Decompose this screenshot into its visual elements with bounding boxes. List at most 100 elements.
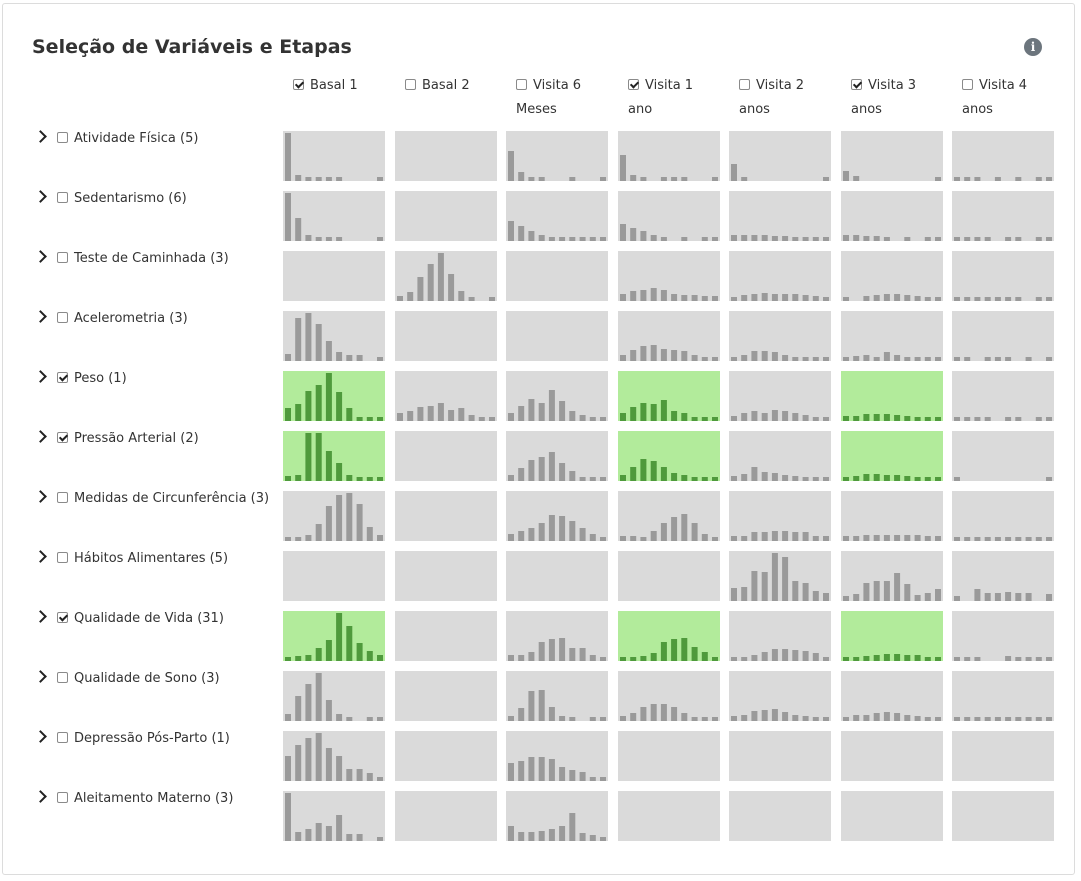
histogram-cell[interactable] <box>729 251 831 301</box>
histogram-cell[interactable] <box>506 191 608 241</box>
column-checkbox[interactable] <box>293 79 304 90</box>
chevron-right-icon[interactable] <box>34 610 47 623</box>
histogram-cell[interactable] <box>841 251 943 301</box>
chevron-right-icon[interactable] <box>34 550 47 563</box>
histogram-cell[interactable] <box>283 251 385 301</box>
variable-checkbox[interactable] <box>57 732 68 743</box>
histogram-cell[interactable] <box>729 611 831 661</box>
histogram-cell[interactable] <box>618 431 720 481</box>
chevron-right-icon[interactable] <box>34 430 47 443</box>
histogram-cell[interactable] <box>729 731 831 781</box>
histogram-cell[interactable] <box>618 371 720 421</box>
histogram-cell[interactable] <box>395 311 497 361</box>
histogram-cell[interactable] <box>618 491 720 541</box>
chevron-right-icon[interactable] <box>34 730 47 743</box>
chevron-right-icon[interactable] <box>34 190 47 203</box>
histogram-cell[interactable] <box>841 551 943 601</box>
histogram-cell[interactable] <box>618 791 720 841</box>
column-checkbox[interactable] <box>962 79 973 90</box>
histogram-cell[interactable] <box>395 791 497 841</box>
histogram-cell[interactable] <box>283 371 385 421</box>
histogram-cell[interactable] <box>841 311 943 361</box>
histogram-cell[interactable] <box>395 431 497 481</box>
chevron-right-icon[interactable] <box>34 310 47 323</box>
histogram-cell[interactable] <box>952 611 1054 661</box>
histogram-cell[interactable] <box>841 431 943 481</box>
variable-checkbox[interactable] <box>57 672 68 683</box>
histogram-cell[interactable] <box>841 191 943 241</box>
histogram-cell[interactable] <box>729 551 831 601</box>
histogram-cell[interactable] <box>506 371 608 421</box>
column-checkbox[interactable] <box>739 79 750 90</box>
histogram-cell[interactable] <box>395 491 497 541</box>
histogram-cell[interactable] <box>618 191 720 241</box>
variable-checkbox[interactable] <box>57 432 68 443</box>
histogram-cell[interactable] <box>952 131 1054 181</box>
variable-checkbox[interactable] <box>57 312 68 323</box>
histogram-cell[interactable] <box>283 131 385 181</box>
histogram-cell[interactable] <box>283 731 385 781</box>
histogram-cell[interactable] <box>618 611 720 661</box>
histogram-cell[interactable] <box>283 311 385 361</box>
histogram-cell[interactable] <box>506 311 608 361</box>
histogram-cell[interactable] <box>506 551 608 601</box>
histogram-cell[interactable] <box>395 251 497 301</box>
histogram-cell[interactable] <box>618 731 720 781</box>
histogram-cell[interactable] <box>506 791 608 841</box>
histogram-cell[interactable] <box>283 791 385 841</box>
histogram-cell[interactable] <box>841 491 943 541</box>
chevron-right-icon[interactable] <box>34 490 47 503</box>
info-icon[interactable]: i <box>1024 38 1042 56</box>
histogram-cell[interactable] <box>841 131 943 181</box>
histogram-cell[interactable] <box>618 311 720 361</box>
histogram-cell[interactable] <box>952 371 1054 421</box>
histogram-cell[interactable] <box>952 251 1054 301</box>
histogram-cell[interactable] <box>283 431 385 481</box>
histogram-cell[interactable] <box>395 551 497 601</box>
variable-checkbox[interactable] <box>57 252 68 263</box>
histogram-cell[interactable] <box>395 611 497 661</box>
variable-checkbox[interactable] <box>57 612 68 623</box>
histogram-cell[interactable] <box>729 191 831 241</box>
histogram-cell[interactable] <box>506 131 608 181</box>
histogram-cell[interactable] <box>952 191 1054 241</box>
histogram-cell[interactable] <box>841 731 943 781</box>
histogram-cell[interactable] <box>395 371 497 421</box>
histogram-cell[interactable] <box>729 431 831 481</box>
chevron-right-icon[interactable] <box>34 130 47 143</box>
histogram-cell[interactable] <box>841 791 943 841</box>
histogram-cell[interactable] <box>395 671 497 721</box>
histogram-cell[interactable] <box>952 671 1054 721</box>
histogram-cell[interactable] <box>952 551 1054 601</box>
histogram-cell[interactable] <box>506 611 608 661</box>
variable-checkbox[interactable] <box>57 192 68 203</box>
histogram-cell[interactable] <box>952 431 1054 481</box>
column-checkbox[interactable] <box>516 79 527 90</box>
histogram-cell[interactable] <box>729 791 831 841</box>
histogram-cell[interactable] <box>618 551 720 601</box>
histogram-cell[interactable] <box>283 671 385 721</box>
variable-checkbox[interactable] <box>57 792 68 803</box>
histogram-cell[interactable] <box>952 791 1054 841</box>
histogram-cell[interactable] <box>283 491 385 541</box>
histogram-cell[interactable] <box>618 251 720 301</box>
histogram-cell[interactable] <box>506 251 608 301</box>
chevron-right-icon[interactable] <box>34 370 47 383</box>
histogram-cell[interactable] <box>952 491 1054 541</box>
histogram-cell[interactable] <box>283 191 385 241</box>
histogram-cell[interactable] <box>729 131 831 181</box>
column-checkbox[interactable] <box>851 79 862 90</box>
variable-checkbox[interactable] <box>57 132 68 143</box>
histogram-cell[interactable] <box>841 611 943 661</box>
histogram-cell[interactable] <box>952 731 1054 781</box>
histogram-cell[interactable] <box>283 551 385 601</box>
column-checkbox[interactable] <box>405 79 416 90</box>
variable-checkbox[interactable] <box>57 372 68 383</box>
histogram-cell[interactable] <box>618 671 720 721</box>
histogram-cell[interactable] <box>506 731 608 781</box>
variable-checkbox[interactable] <box>57 552 68 563</box>
histogram-cell[interactable] <box>395 131 497 181</box>
chevron-right-icon[interactable] <box>34 250 47 263</box>
histogram-cell[interactable] <box>506 431 608 481</box>
histogram-cell[interactable] <box>841 671 943 721</box>
